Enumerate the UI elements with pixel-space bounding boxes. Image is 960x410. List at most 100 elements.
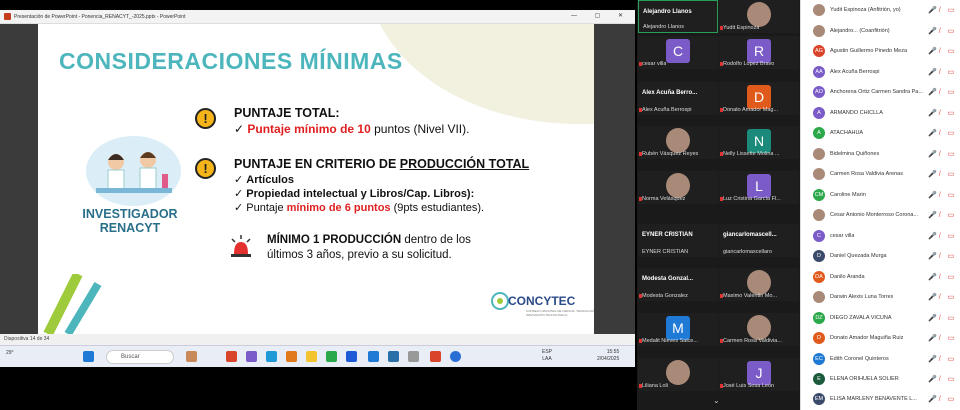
language[interactable]: ESP LAA — [542, 349, 552, 363]
mute-icon: 🎤̸ ▭ — [928, 212, 958, 219]
app-icon[interactable] — [408, 351, 419, 362]
mute-icon: 🎤̸ ▭ — [928, 253, 958, 260]
video-tile[interactable]: N Nelly Lissette Molina ... — [719, 126, 799, 159]
mute-icon: 🎤̸ ▭ — [928, 273, 958, 281]
powerpoint-icon — [4, 13, 11, 20]
section2-bullet: ✓ Propiedad intelectual y Libros/Cap. Li… — [234, 188, 475, 200]
video-tile[interactable]: Alejandro Llanos Alejandro Llanos — [638, 0, 718, 33]
mute-icon: 🎤̸ ▭ — [928, 191, 958, 199]
taskbar: 29° Buscar ESP LAA 15:55 2/04/2025 — [0, 345, 635, 367]
mute-icon: 🎤̸ ▭ — [928, 335, 958, 342]
video-tile[interactable]: R Rodolfo Lopez Bravo — [719, 36, 799, 69]
participant-row[interactable]: DZ DIEGO ZAVALA VICUÑA 🎤̸ ▭ — [801, 308, 960, 329]
participant-photo — [747, 2, 771, 27]
mute-icon: 🎤̸ ▭ — [928, 48, 958, 55]
start-icon[interactable] — [83, 351, 94, 362]
participant-row[interactable]: Darwin Alexis Luna Torres 🎤̸ ▭ — [801, 287, 960, 308]
participant-photo — [747, 270, 771, 295]
video-tile[interactable]: J José Luis Sosa León — [719, 358, 799, 391]
participant-row[interactable]: EM ELISA MARLENY BENAVENTE L... 🎤̸ ▭ — [801, 389, 960, 410]
participant-row[interactable]: D Donato Amador Maguiña Ruiz 🎤̸ ▭ — [801, 328, 960, 349]
app-icon[interactable] — [246, 351, 257, 362]
participant-row[interactable]: AO Anchorena Ortiz Carmen Sandra Pa... 🎤̸ … — [801, 82, 960, 103]
section3-line: MÍNIMO 1 PRODUCCIÓN dentro de los — [267, 234, 471, 246]
video-grid: Alejandro Llanos Alejandro Llanos Yudit E… — [637, 0, 800, 410]
decor-stripes — [43, 274, 102, 334]
participants-panel: Yudit Espinoza (Anfitrión, yo) 🎤̸ ▭ Aleja… — [800, 0, 960, 410]
video-tile[interactable]: EYNER CRISTIAN EYNER CRISTIAN — [638, 224, 718, 257]
warning-icon: ! — [195, 108, 216, 129]
video-tile[interactable]: Liliana Loli — [638, 358, 718, 391]
video-tile[interactable]: Modesta Gonzal... Modesta Gonzalez — [638, 268, 718, 301]
concytec-logo-icon — [491, 292, 509, 310]
participant-row[interactable]: A ATACHAHUA 🎤̸ ▭ — [801, 123, 960, 144]
section2-heading: PUNTAJE EN CRITERIO DE PRODUCCIÓN TOTAL — [234, 157, 530, 171]
mute-icon: 🎤̸ ▭ — [928, 294, 958, 301]
app-icon[interactable] — [368, 351, 379, 362]
mute-icon: 🎤̸ ▭ — [928, 89, 958, 96]
participant-row[interactable]: D Daniel Quezada Murga 🎤̸ ▭ — [801, 246, 960, 267]
siren-icon — [231, 235, 251, 257]
video-tile[interactable]: D Donato Amador Mag... — [719, 82, 799, 115]
video-tile[interactable]: L Luz Cristina García Fl... — [719, 171, 799, 204]
participant-photo — [666, 173, 690, 198]
chevron-down-icon[interactable]: ⌄ — [713, 396, 720, 405]
app-icon[interactable] — [388, 351, 399, 362]
video-tile[interactable]: Carmen Rosa Valdivia... — [719, 313, 799, 346]
slide-title: CONSIDERACIONES MÍNIMAS — [59, 48, 403, 74]
participant-row[interactable]: Ccesar villa 🎤̸ ▭ — [801, 226, 960, 247]
folder-icon[interactable] — [306, 351, 317, 362]
video-tile[interactable]: M Medalit Nieves Salce... — [638, 313, 718, 346]
search-input[interactable]: Buscar — [106, 350, 174, 364]
word-icon[interactable] — [346, 351, 357, 362]
section2-bullet: ✓ Puntaje mínimo de 6 puntos (9pts estud… — [234, 202, 485, 214]
mute-icon: 🎤̸ ▭ — [928, 232, 958, 240]
video-tile[interactable]: Ccesar villa — [638, 36, 718, 69]
app-icon[interactable] — [226, 351, 237, 362]
researcher-caption: INVESTIGADOR RENACYT — [82, 207, 178, 235]
participant-row[interactable]: Alejandro... (Coanfitrión) 🎤̸ ▭ — [801, 21, 960, 42]
concytec-logo: CONCYTEC — [508, 294, 576, 308]
section1-heading: PUNTAJE TOTAL: — [234, 106, 340, 120]
mute-icon: 🎤̸ ▭ — [928, 396, 958, 403]
zoom-icon[interactable] — [450, 351, 461, 362]
participant-row[interactable]: Cesar Antonio Monterroso Corona... 🎤̸ ▭ — [801, 205, 960, 226]
video-tile[interactable]: Rubén Vásquez Reyes — [638, 126, 718, 159]
edge-icon[interactable] — [266, 351, 277, 362]
participant-photo — [666, 128, 690, 153]
app-icon[interactable] — [186, 351, 197, 362]
video-tile[interactable]: Maximo Valentin Mo... — [719, 268, 799, 301]
warning-icon: ! — [195, 158, 216, 179]
mute-icon: 🎤̸ ▭ — [928, 7, 958, 14]
video-tile[interactable]: Yudit Espinoza — [719, 0, 799, 33]
mute-icon: 🎤̸ ▭ — [928, 150, 958, 158]
participant-row[interactable]: EC Edith Coronel Quinteros 🎤̸ ▭ — [801, 349, 960, 370]
mute-icon: 🎤̸ ▭ — [928, 130, 958, 137]
powerpoint-taskbar-icon[interactable] — [430, 351, 441, 362]
mute-icon: 🎤̸ ▭ — [928, 376, 958, 383]
participant-row[interactable]: DA Danilo Aranda 🎤̸ ▭ — [801, 267, 960, 288]
participant-photo — [666, 360, 690, 385]
participant-row[interactable]: Carmen Rosa Valdivia Arenas 🎤̸ ▭ — [801, 164, 960, 185]
participant-row[interactable]: E ELENA ORIHUELA SOLIER 🎤̸ ▭ — [801, 369, 960, 390]
clock[interactable]: 15:55 2/04/2025 — [597, 349, 619, 363]
participant-row[interactable]: AG Agustin Guillermo Pinedo Meza 🎤̸ ▭ — [801, 41, 960, 62]
section2-bullet: ✓ Artículos — [234, 174, 294, 186]
weather[interactable]: 29° — [6, 350, 14, 356]
slide-counter: Diapositiva 14 de 34 — [4, 336, 50, 342]
section3-line2: últimos 3 años, previo a su solicitud. — [267, 249, 452, 261]
participant-row[interactable]: Bidelmina Quiñones 🎤̸ ▭ — [801, 144, 960, 165]
participant-row[interactable]: AA Alex Acuña Berrospi 🎤̸ ▭ — [801, 62, 960, 83]
participant-row[interactable]: Yudit Espinoza (Anfitrión, yo) 🎤̸ ▭ — [801, 0, 960, 21]
video-tile[interactable]: Norma Velásquez — [638, 171, 718, 204]
participant-row[interactable]: CM Caroline Marin 🎤̸ ▭ — [801, 185, 960, 206]
window-controls[interactable]: — ▢ ✕ — [571, 12, 631, 19]
window-title: Presentación de PowerPoint - Ponencia_RE… — [14, 13, 186, 20]
participant-photo — [747, 315, 771, 340]
participant-row[interactable]: A ARMANDO CHICLLA 🎤̸ ▭ — [801, 103, 960, 124]
video-tile[interactable]: Alex Acuña Berro... Alex Acuña Berrospi — [638, 82, 718, 115]
firefox-icon[interactable] — [286, 351, 297, 362]
video-tile[interactable]: giancarlomascell... giancarlomascellaro — [719, 224, 799, 257]
mute-icon: 🎤̸ ▭ — [928, 314, 958, 322]
excel-icon[interactable] — [326, 351, 337, 362]
